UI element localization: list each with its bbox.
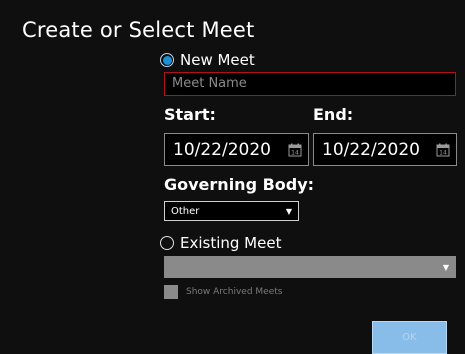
end-date-value: 10/22/2020 (322, 139, 420, 160)
show-archived-label: Show Archived Meets (186, 287, 283, 297)
calendar-icon[interactable]: 14 (288, 143, 302, 157)
new-meet-radio[interactable]: New Meet (160, 51, 255, 69)
svg-text:14: 14 (439, 149, 447, 156)
start-date-value: 10/22/2020 (173, 139, 271, 160)
new-meet-label: New Meet (180, 51, 255, 69)
show-archived-checkbox[interactable] (164, 285, 178, 299)
calendar-icon[interactable]: 14 (436, 143, 450, 157)
show-archived-toggle[interactable]: Show Archived Meets (164, 285, 282, 299)
ok-button[interactable]: OK (372, 321, 447, 354)
end-date-picker[interactable]: 10/22/2020 14 (313, 133, 457, 166)
existing-meet-label: Existing Meet (180, 234, 282, 252)
start-label: Start: (164, 105, 216, 124)
existing-meet-radio[interactable]: Existing Meet (160, 234, 281, 252)
chevron-down-icon: ▼ (442, 262, 449, 272)
chevron-down-icon: ▼ (285, 206, 292, 216)
dialog-title: Create or Select Meet (22, 18, 255, 42)
governing-body-value: Other (171, 205, 200, 217)
meet-name-input[interactable]: Meet Name (164, 72, 456, 96)
radio-selected-icon (160, 53, 174, 67)
start-date-picker[interactable]: 10/22/2020 14 (164, 133, 309, 166)
end-label: End: (313, 105, 354, 124)
existing-meet-select[interactable]: ▼ (164, 256, 456, 278)
svg-text:14: 14 (291, 149, 299, 156)
governing-body-label: Governing Body: (164, 175, 315, 194)
governing-body-select[interactable]: Other ▼ (164, 201, 299, 221)
radio-unselected-icon (160, 236, 174, 250)
